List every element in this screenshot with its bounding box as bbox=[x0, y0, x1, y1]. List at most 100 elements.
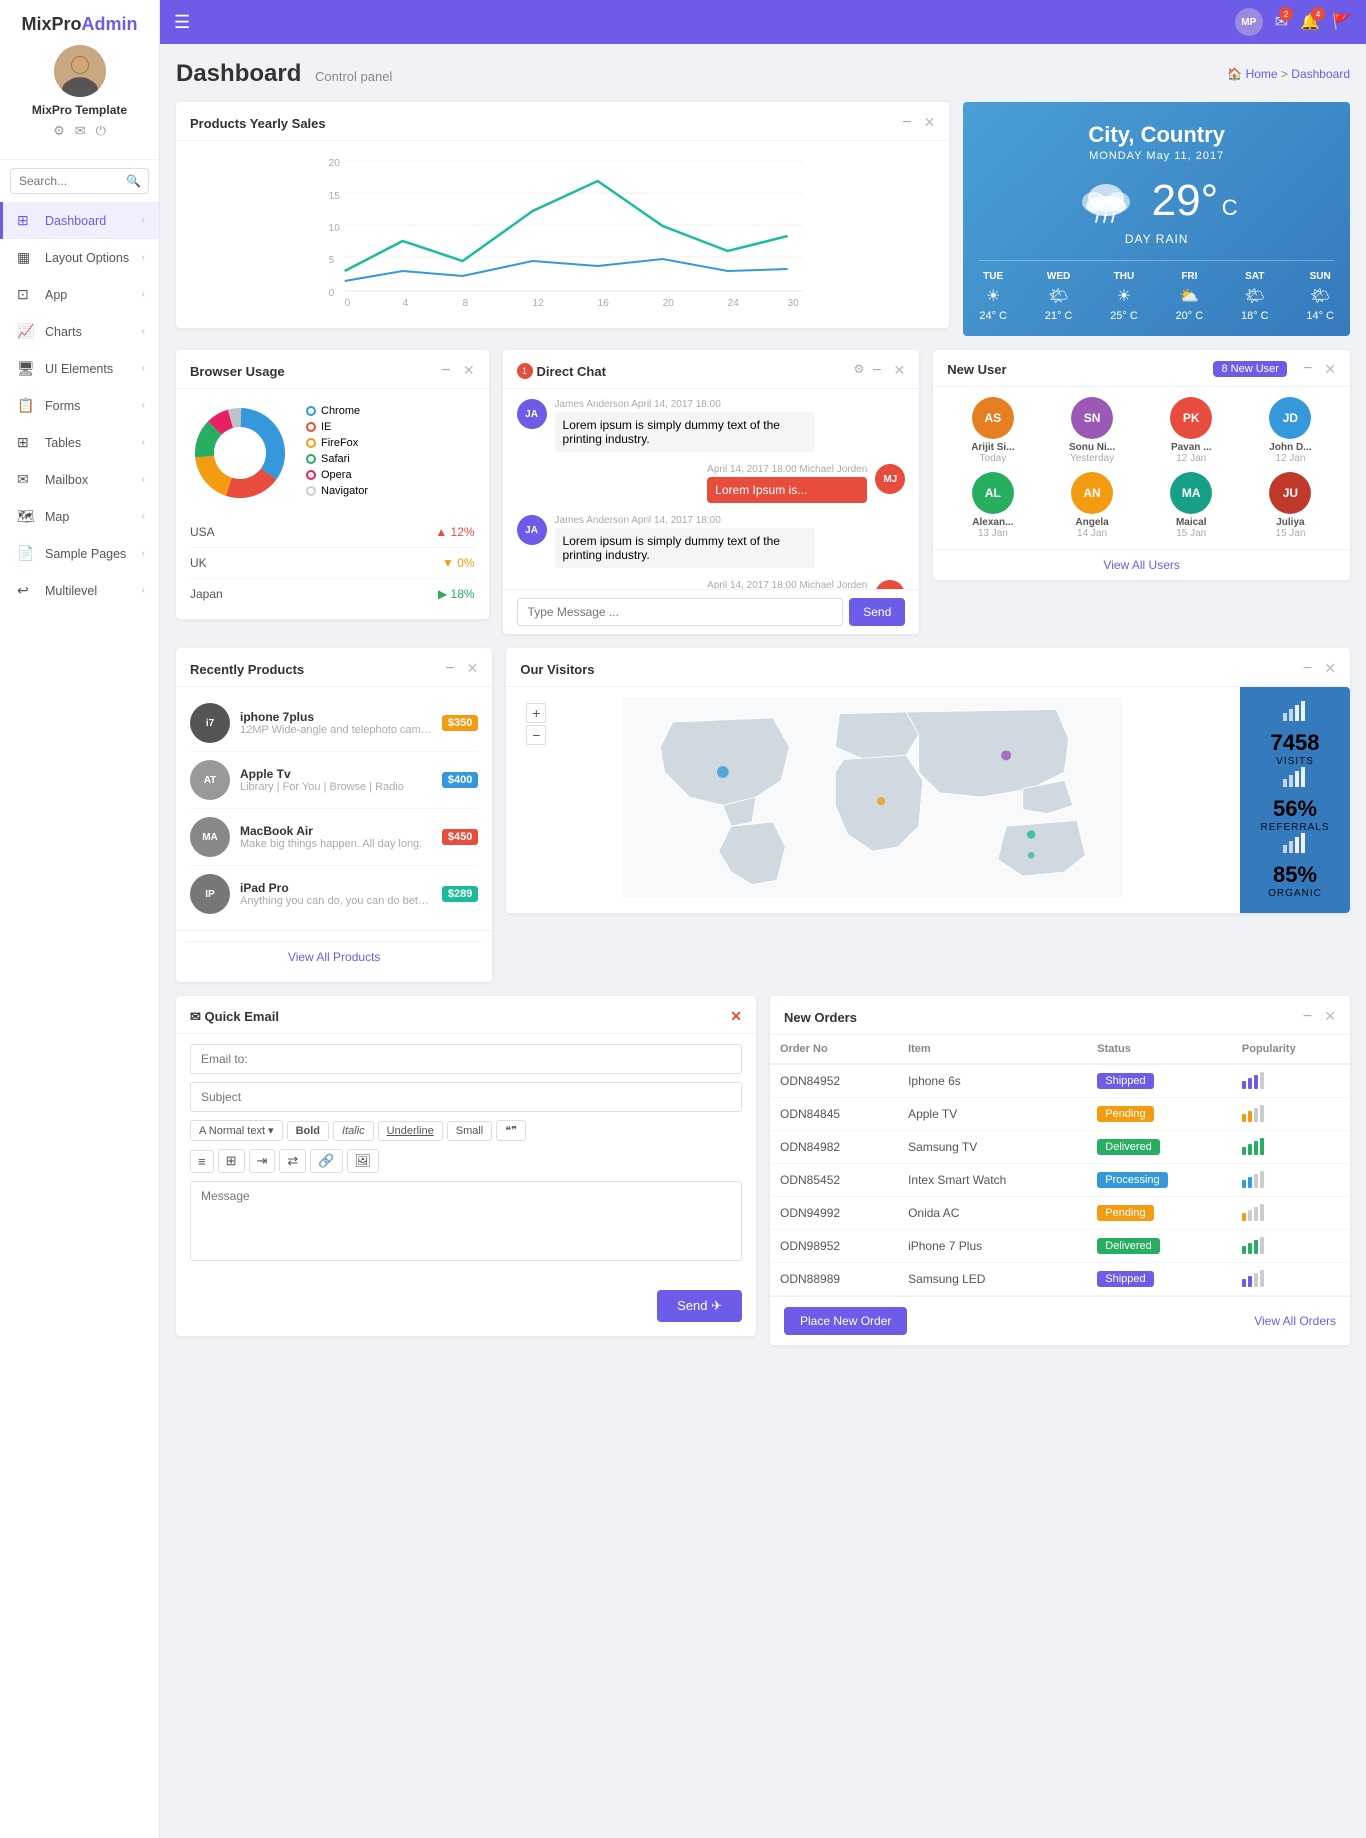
text-style-dropdown[interactable]: A Normal text ▾ bbox=[190, 1120, 283, 1141]
chat-input[interactable] bbox=[517, 598, 844, 626]
order-item: Iphone 6s bbox=[898, 1064, 1087, 1098]
sidebar-item-layout[interactable]: ▦ Layout Options ‹ bbox=[0, 239, 159, 276]
user-avatar: AL bbox=[972, 472, 1014, 514]
bold-button[interactable]: Bold bbox=[287, 1121, 329, 1141]
new-orders-header: New Orders −✕ bbox=[770, 996, 1350, 1035]
user-thumb-jd[interactable]: JD John D... 12 Jan bbox=[1245, 397, 1336, 464]
chat-settings-icon[interactable]: ⚙ bbox=[853, 362, 864, 380]
email-icon[interactable]: ✉ bbox=[75, 123, 86, 139]
page-header: Dashboard Control panel 🏠 Home > Dashboa… bbox=[176, 60, 1350, 88]
user-thumb-ju[interactable]: JU Juliya 15 Jan bbox=[1245, 472, 1336, 539]
chart-col: Products Yearly Sales − ✕ 20 15 10 5 bbox=[176, 102, 949, 336]
list-icon-btn[interactable]: ≡ bbox=[190, 1150, 214, 1173]
topbar-right: MP ✉2 🔔4 🚩 bbox=[1235, 8, 1352, 36]
chat-send-button[interactable]: Send bbox=[849, 598, 905, 626]
outdent-icon-btn[interactable]: ⇄ bbox=[279, 1149, 306, 1173]
user-thumb-pk[interactable]: PK Pavan ... 12 Jan bbox=[1146, 397, 1237, 464]
product-img: AT bbox=[190, 760, 230, 800]
user-thumb-sn[interactable]: SN Sonu Ni... Yesterday bbox=[1046, 397, 1137, 464]
view-all-orders-button[interactable]: View All Orders bbox=[1254, 1314, 1336, 1328]
order-no: ODN84982 bbox=[770, 1131, 898, 1164]
topbar-mail-icon[interactable]: ✉2 bbox=[1275, 12, 1288, 32]
underline-button[interactable]: Underline bbox=[378, 1121, 443, 1141]
user-thumb-an[interactable]: AN Angela 14 Jan bbox=[1046, 472, 1137, 539]
map-zoom-out[interactable]: − bbox=[526, 725, 546, 745]
email-to-input[interactable] bbox=[190, 1044, 742, 1074]
send-email-button[interactable]: Send ✈ bbox=[657, 1290, 742, 1322]
sidebar-item-ui-elements[interactable]: 🖥 UI Elements ‹ bbox=[0, 350, 159, 387]
new-user-card: New User 8 New User − ✕ AS Arijit Si... … bbox=[933, 350, 1350, 580]
minimize-new-user[interactable]: − bbox=[1303, 360, 1312, 378]
sidebar-item-sample-pages[interactable]: 📄 Sample Pages ‹ bbox=[0, 535, 159, 572]
email-subject-input[interactable] bbox=[190, 1082, 742, 1112]
close-chart[interactable]: ✕ bbox=[924, 114, 936, 132]
user-avatar: AN bbox=[1071, 472, 1113, 514]
close-browser[interactable]: ✕ bbox=[463, 362, 475, 380]
minimize-chat[interactable]: − bbox=[872, 362, 881, 380]
close-new-user[interactable]: ✕ bbox=[1324, 361, 1336, 378]
sidebar-nav: ⊞ Dashboard ‹▦ Layout Options ‹⊡ App ‹📈 … bbox=[0, 202, 159, 1838]
page-subtitle: Control panel bbox=[315, 69, 392, 84]
sidebar-item-app[interactable]: ⊡ App ‹ bbox=[0, 276, 159, 313]
grid-icon-btn[interactable]: ⊞ bbox=[218, 1149, 245, 1173]
close-chat[interactable]: ✕ bbox=[894, 362, 906, 380]
legend-item-opera: Opera bbox=[306, 469, 368, 481]
sample-pages-nav-icon: 📄 bbox=[17, 545, 37, 562]
view-all-products-btn[interactable]: View All Products bbox=[186, 941, 482, 972]
link-icon-btn[interactable]: 🔗 bbox=[310, 1149, 342, 1173]
quote-button[interactable]: ❝❞ bbox=[496, 1120, 526, 1141]
weather-temp: 29° C bbox=[1152, 176, 1238, 226]
small-button[interactable]: Small bbox=[447, 1121, 493, 1141]
indent-icon-btn[interactable]: ⇥ bbox=[249, 1149, 276, 1173]
sidebar-item-multilevel[interactable]: ↩ Multilevel ‹ bbox=[0, 572, 159, 609]
browser-usage-title: Browser Usage bbox=[190, 364, 285, 379]
sidebar-item-map[interactable]: 🗺 Map ‹ bbox=[0, 498, 159, 535]
browser-stats: USA ▲ 12%UK ▼ 0%Japan ▶ 18% bbox=[176, 517, 489, 619]
topbar-avatar[interactable]: MP bbox=[1235, 8, 1263, 36]
sidebar-item-forms[interactable]: 📋 Forms ‹ bbox=[0, 387, 159, 424]
sidebar-item-charts[interactable]: 📈 Charts ‹ bbox=[0, 313, 159, 350]
weather-desc: DAY RAIN bbox=[979, 232, 1334, 246]
quick-email-title: ✉ Quick Email bbox=[190, 1009, 279, 1025]
close-visitors[interactable]: ✕ bbox=[1324, 660, 1336, 678]
order-popularity bbox=[1232, 1131, 1350, 1164]
order-no: ODN84845 bbox=[770, 1098, 898, 1131]
svg-text:5: 5 bbox=[329, 255, 335, 266]
close-email[interactable]: ✕ bbox=[730, 1008, 742, 1025]
settings-icon[interactable]: ⚙ bbox=[53, 123, 65, 139]
user-thumb-ma[interactable]: MA Maical 15 Jan bbox=[1146, 472, 1237, 539]
view-all-users-btn[interactable]: View All Users bbox=[933, 549, 1350, 580]
italic-button[interactable]: Italic bbox=[333, 1121, 374, 1141]
ui-elements-nav-icon: 🖥 bbox=[17, 360, 37, 377]
map-zoom-in[interactable]: + bbox=[526, 703, 546, 723]
minimize-visitors[interactable]: − bbox=[1303, 660, 1312, 678]
user-thumb-al[interactable]: AL Alexan... 13 Jan bbox=[947, 472, 1038, 539]
new-user-header: New User 8 New User − ✕ bbox=[933, 350, 1350, 387]
minimize-browser[interactable]: − bbox=[441, 362, 450, 380]
sidebar-item-dashboard[interactable]: ⊞ Dashboard ‹ bbox=[0, 202, 159, 239]
chart-container: 20 15 10 5 0 0 bbox=[176, 141, 949, 328]
order-popularity bbox=[1232, 1230, 1350, 1263]
email-message-textarea[interactable] bbox=[190, 1181, 742, 1261]
weather-card: City, Country MONDAY May 11, 2017 bbox=[963, 102, 1350, 336]
image-icon-btn[interactable]: 🖼 bbox=[347, 1149, 380, 1173]
menu-icon[interactable]: ☰ bbox=[174, 12, 190, 33]
power-icon[interactable]: ⏻ bbox=[96, 123, 106, 139]
chat-avatar: JA bbox=[517, 515, 547, 545]
close-products[interactable]: ✕ bbox=[467, 660, 479, 678]
multilevel-nav-icon: ↩ bbox=[17, 582, 37, 599]
user-thumb-as[interactable]: AS Arijit Si... Today bbox=[947, 397, 1038, 464]
place-order-button[interactable]: Place New Order bbox=[784, 1307, 907, 1335]
direct-chat-card: 1 Direct Chat ⚙ − ✕ JA James Anderson Ap… bbox=[503, 350, 920, 634]
sidebar-item-tables[interactable]: ⊞ Tables ‹ bbox=[0, 424, 159, 461]
svg-text:0: 0 bbox=[345, 298, 351, 309]
minimize-orders[interactable]: − bbox=[1303, 1008, 1312, 1026]
topbar-bell-icon[interactable]: 🔔4 bbox=[1300, 12, 1320, 32]
minimize-chart[interactable]: − bbox=[902, 114, 911, 132]
topbar-flag-icon[interactable]: 🚩 bbox=[1332, 12, 1352, 32]
minimize-products[interactable]: − bbox=[445, 660, 454, 678]
order-status: Shipped bbox=[1087, 1064, 1232, 1098]
sidebar-item-mailbox[interactable]: ✉ Mailbox ‹ bbox=[0, 461, 159, 498]
close-orders[interactable]: ✕ bbox=[1324, 1008, 1336, 1026]
email-icon-toolbar: ≡ ⊞ ⇥ ⇄ 🔗 🖼 bbox=[190, 1149, 742, 1173]
